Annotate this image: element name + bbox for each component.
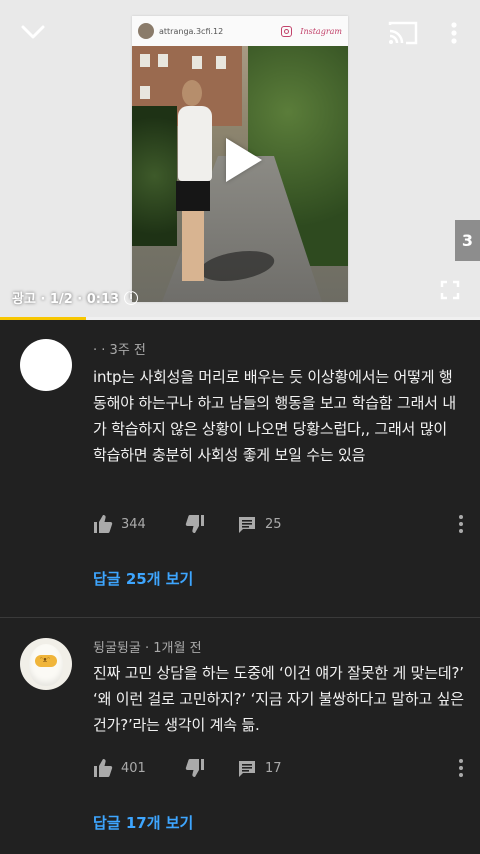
reply-button[interactable]: 17 bbox=[237, 758, 337, 778]
comment-meta: · · 3주 전 bbox=[93, 339, 146, 358]
instagram-wordmark: Instagram bbox=[300, 26, 342, 36]
thumbs-down-icon bbox=[185, 759, 204, 777]
comment-author[interactable]: · bbox=[93, 343, 97, 358]
more-vert-icon[interactable] bbox=[454, 512, 468, 536]
post-avatar bbox=[138, 23, 154, 39]
more-vert-icon[interactable] bbox=[446, 20, 462, 46]
comment-actions: 344 25 bbox=[93, 512, 468, 536]
avatar[interactable] bbox=[20, 339, 72, 391]
like-button[interactable]: 401 bbox=[93, 758, 185, 778]
thumbs-up-icon bbox=[94, 759, 113, 777]
reply-button[interactable]: 25 bbox=[237, 514, 337, 534]
reply-count: 17 bbox=[265, 760, 282, 776]
instagram-post-header: attranga.3cfi.12 Instagram bbox=[132, 16, 348, 46]
comment-time: · 3주 전 bbox=[101, 343, 146, 358]
cast-icon[interactable] bbox=[388, 20, 418, 46]
like-button[interactable]: 344 bbox=[93, 514, 185, 534]
comment-meta: 뒹굴뒹굴 · 1개월 전 bbox=[93, 637, 202, 656]
chevron-down-icon[interactable] bbox=[20, 22, 46, 42]
info-icon[interactable]: i bbox=[124, 290, 139, 305]
comment-icon bbox=[239, 761, 255, 777]
like-count: 401 bbox=[121, 760, 146, 776]
reply-count: 25 bbox=[265, 516, 282, 532]
post-username: attranga.3cfi.12 bbox=[159, 26, 224, 36]
ad-meta: 광고 · 1/2 · 0:13 i bbox=[12, 288, 139, 307]
dislike-button[interactable] bbox=[185, 758, 237, 778]
more-vert-icon[interactable] bbox=[454, 756, 468, 780]
comment-time: · 1개월 전 bbox=[144, 641, 202, 656]
like-count: 344 bbox=[121, 516, 146, 532]
fullscreen-icon[interactable] bbox=[440, 280, 460, 300]
thumbs-down-icon bbox=[185, 515, 204, 533]
thumbs-up-icon bbox=[94, 515, 113, 533]
comment-text: intp는 사회성을 머리로 배우는 듯 이상황에서는 어떻게 행동해야 하는구… bbox=[93, 368, 456, 464]
comment-item: ᵔᴥᵔ 뒹굴뒹굴 · 1개월 전 진짜 고민 상담을 하는 도중에 ‘이건 얘가… bbox=[0, 618, 480, 854]
avatar[interactable]: ᵔᴥᵔ bbox=[20, 638, 72, 690]
playlist-count-tab[interactable]: 3 bbox=[455, 220, 480, 261]
view-replies-link[interactable]: 답글 25개 보기 bbox=[93, 568, 193, 589]
comment-actions: 401 17 bbox=[93, 756, 468, 780]
dislike-button[interactable] bbox=[185, 514, 237, 534]
instagram-icon bbox=[281, 25, 293, 37]
video-player[interactable]: attranga.3cfi.12 Instagram 3 광고 · 1/2 · … bbox=[0, 0, 480, 320]
comment-text: 진짜 고민 상담을 하는 도중에 ‘이건 얘가 잘못한 게 맞는데?’ ‘왜 이… bbox=[93, 664, 464, 734]
comment-author[interactable]: 뒹굴뒹굴 bbox=[93, 641, 141, 656]
ad-label: 광고 · 1/2 · 0:13 bbox=[12, 292, 120, 307]
comment-icon bbox=[239, 517, 255, 533]
view-replies-link[interactable]: 답글 17개 보기 bbox=[93, 812, 193, 833]
comment-item: · · 3주 전 intp는 사회성을 머리로 배우는 듯 이상황에서는 어떻게… bbox=[0, 320, 480, 618]
play-icon[interactable] bbox=[226, 138, 262, 182]
